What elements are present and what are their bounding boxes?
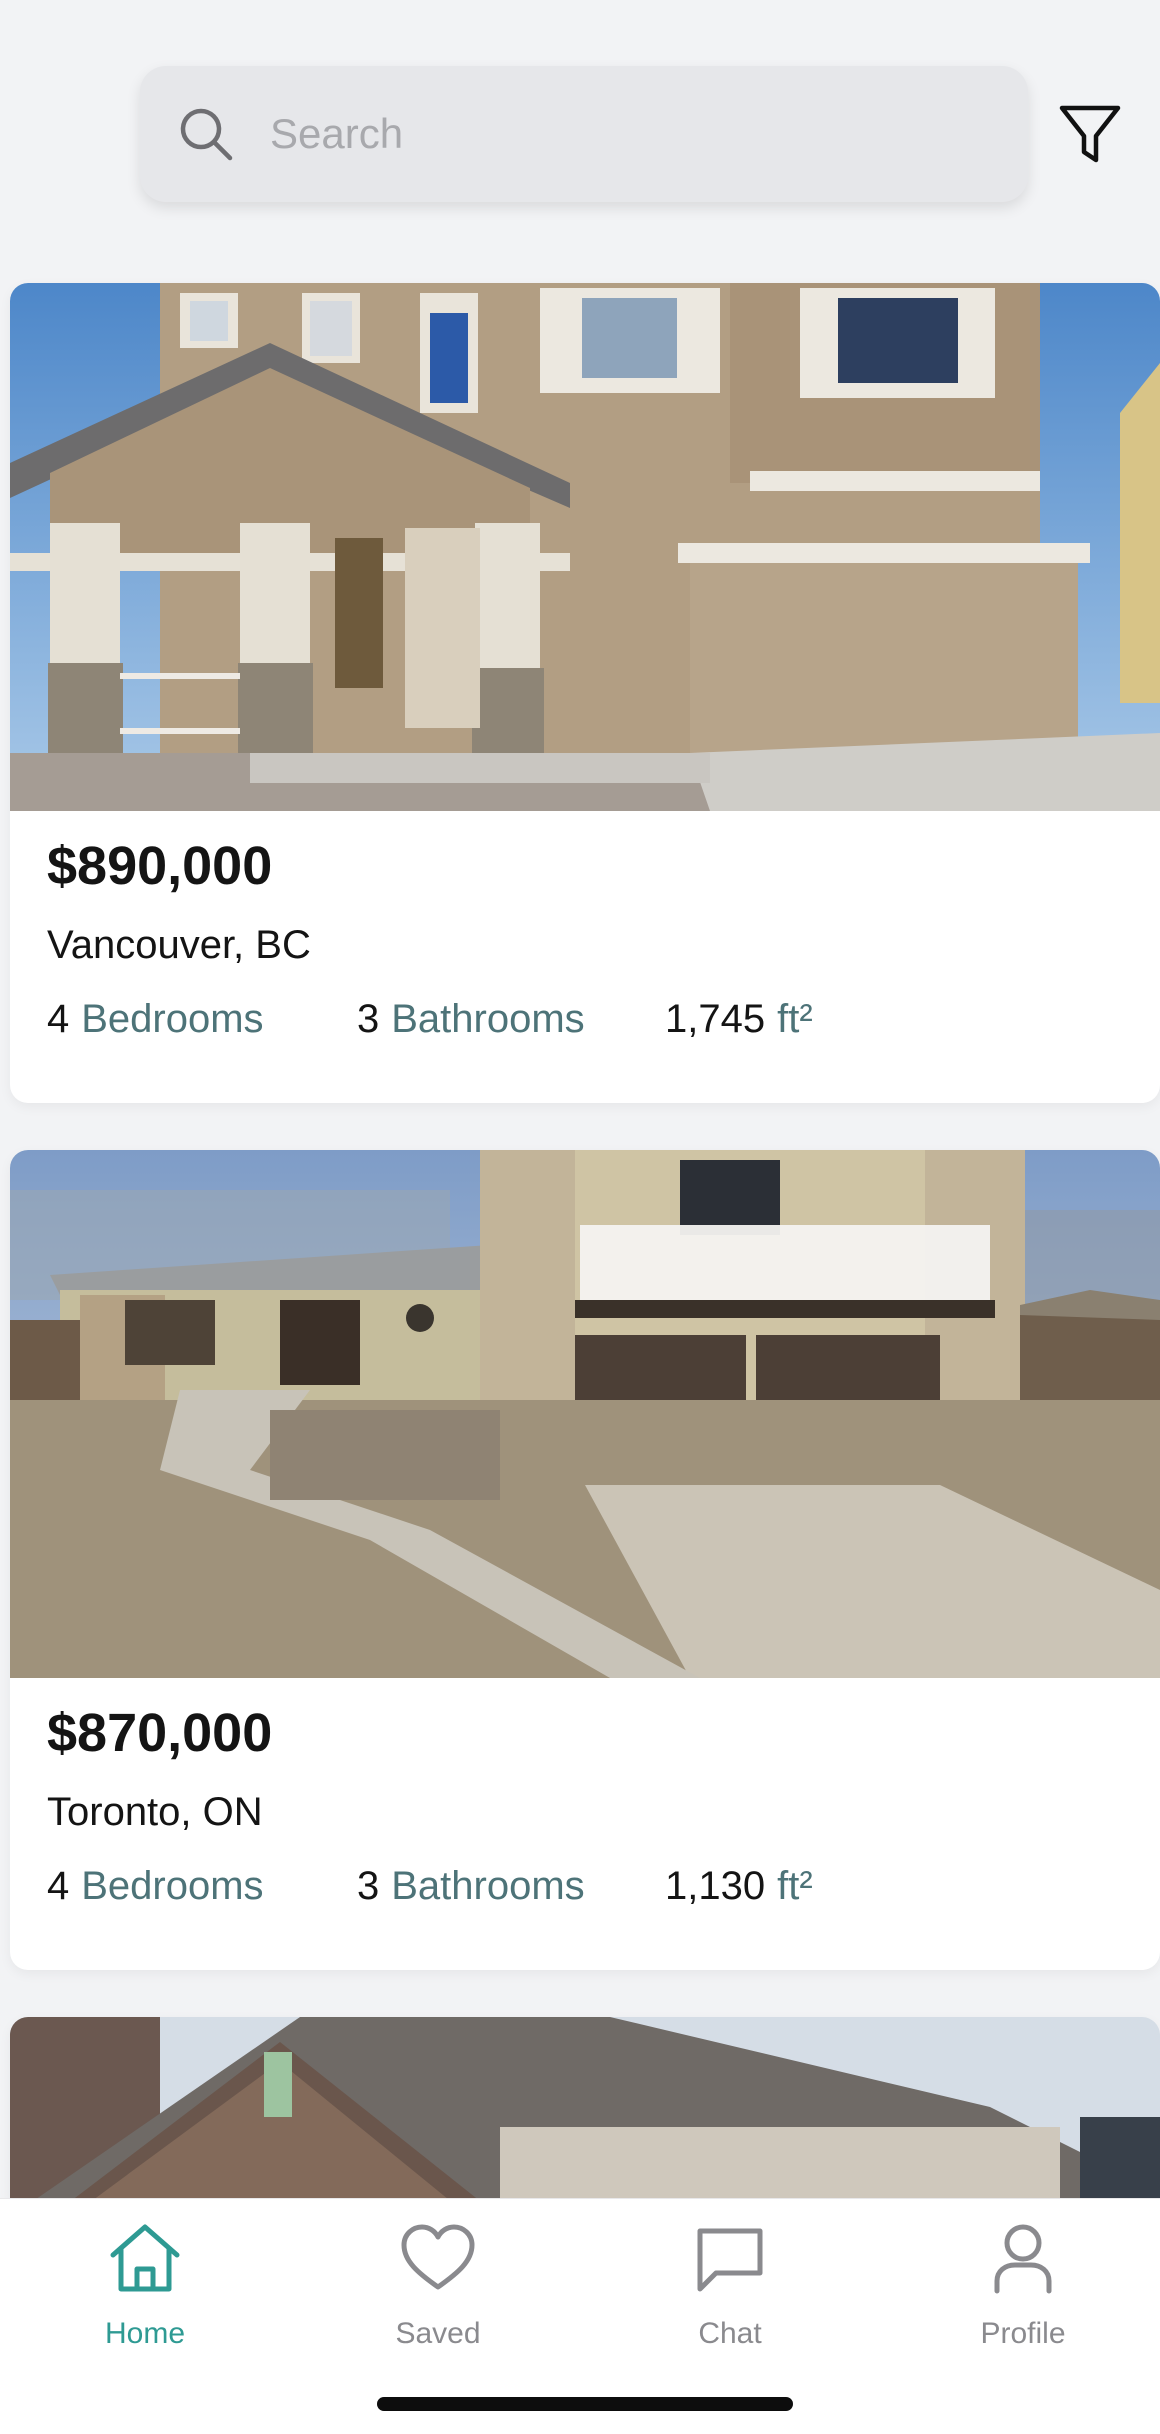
house-photo (10, 1150, 1160, 1678)
bathrooms-label: Bathrooms (391, 1864, 585, 1908)
bathrooms-stat: 3 Bathrooms (357, 1864, 665, 1909)
area-stat: 1,745 ft² (665, 997, 813, 1042)
bathrooms-count: 3 (357, 997, 380, 1041)
listing-stats: 4 Bedrooms 3 Bathrooms 1,745 ft² (47, 997, 813, 1042)
house-photo (10, 283, 1160, 811)
area-unit: ft² (777, 1864, 813, 1908)
listing-location: Vancouver, BC (47, 923, 311, 967)
person-icon (994, 2224, 1052, 2294)
listing-stats: 4 Bedrooms 3 Bathrooms 1,130 ft² (47, 1864, 813, 1909)
nav-chat[interactable]: Chat (630, 2219, 830, 2369)
bedrooms-label: Bedrooms (81, 997, 264, 1041)
bedrooms-count: 4 (47, 1864, 70, 1908)
area-value: 1,745 (665, 997, 766, 1041)
nav-saved[interactable]: Saved (338, 2219, 538, 2369)
bedrooms-label: Bedrooms (81, 1864, 264, 1908)
nav-profile-label: Profile (980, 2317, 1066, 2350)
nav-profile[interactable]: Profile (923, 2219, 1123, 2369)
area-unit: ft² (777, 997, 813, 1041)
area-stat: 1,130 ft² (665, 1864, 813, 1909)
filter-icon[interactable] (1056, 100, 1124, 168)
area-value: 1,130 (665, 1864, 766, 1908)
header (0, 0, 1160, 280)
bedrooms-count: 4 (47, 997, 70, 1041)
bathrooms-count: 3 (357, 1864, 380, 1908)
home-icon (110, 2224, 180, 2292)
nav-chat-label: Chat (698, 2317, 762, 2350)
nav-home[interactable]: Home (45, 2219, 245, 2369)
listing-card[interactable]: $870,000 Toronto, ON 4 Bedrooms 3 Bathro… (10, 1150, 1160, 1970)
heart-icon (401, 2224, 475, 2290)
listing-location: Toronto, ON (47, 1790, 263, 1834)
bedrooms-stat: 4 Bedrooms (47, 997, 357, 1042)
nav-saved-label: Saved (395, 2317, 481, 2350)
search-icon (180, 108, 233, 161)
search-bar[interactable] (140, 66, 1028, 202)
nav-home-label: Home (104, 2317, 186, 2350)
listing-price: $890,000 (47, 836, 273, 896)
listing-card[interactable]: $890,000 Vancouver, BC 4 Bedrooms 3 Bath… (10, 283, 1160, 1103)
chat-icon (697, 2228, 763, 2292)
home-indicator (377, 2397, 793, 2411)
bathrooms-label: Bathrooms (391, 997, 585, 1041)
listing-price: $870,000 (47, 1703, 273, 1763)
search-input[interactable] (270, 96, 970, 172)
bathrooms-stat: 3 Bathrooms (357, 997, 665, 1042)
bedrooms-stat: 4 Bedrooms (47, 1864, 357, 1909)
